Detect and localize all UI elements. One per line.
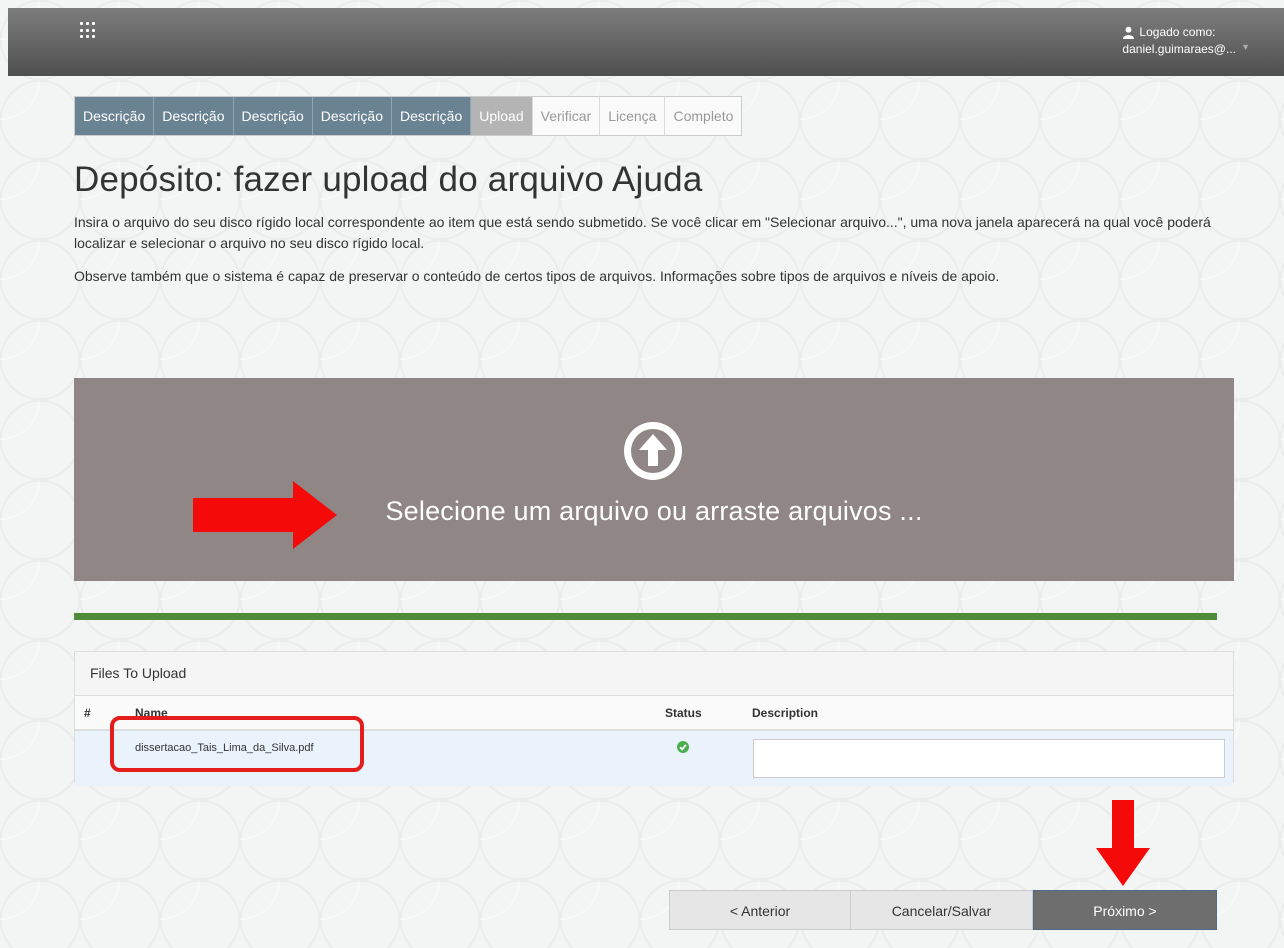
step-descricao-4[interactable]: Descrição [312,97,392,135]
red-arrow-annotation-icon [193,481,337,549]
step-descricao-1[interactable]: Descrição [75,97,155,135]
user-menu[interactable]: Logado como: daniel.guimaraes@... ▼ [1122,24,1250,58]
user-email: daniel.guimaraes@... [1122,42,1236,56]
instructions-text: Insira o arquivo do seu disco rígido loc… [74,214,1211,251]
upload-progress-bar [74,613,1217,620]
top-navbar: Logado como: daniel.guimaraes@... ▼ [8,8,1284,76]
submission-steps: Descrição Descrição Descrição Descrição … [74,96,743,136]
previous-button[interactable]: < Anterior [669,890,851,930]
red-arrow-down-annotation-icon [1096,800,1150,886]
cancel-save-button[interactable]: Cancelar/Salvar [851,890,1033,930]
col-index: # [84,706,91,720]
step-upload[interactable]: Upload [471,97,533,135]
col-description: Description [752,706,819,720]
step-descricao-3[interactable]: Descrição [233,97,313,135]
filename-highlight-annotation [110,716,364,772]
logo-icon[interactable] [80,22,96,40]
chevron-down-icon: ▼ [1241,42,1250,52]
user-icon [1123,26,1135,39]
navigation-buttons: < Anterior Cancelar/Salvar Próximo > [669,890,1217,930]
file-dropzone[interactable]: Selecione um arquivo ou arraste arquivos… [74,378,1234,581]
step-descricao-2[interactable]: Descrição [154,97,234,135]
file-description-input[interactable] [753,739,1225,778]
step-completo: Completo [665,97,742,135]
check-circle-icon [677,741,689,753]
step-verificar: Verificar [532,97,601,135]
panel-heading: Files To Upload [75,652,1233,696]
user-label: Logado como: [1139,25,1216,39]
next-button[interactable]: Próximo > [1033,890,1217,930]
file-types-info: Observe também que o sistema é capaz de … [74,268,1000,284]
step-descricao-5[interactable]: Descrição [392,97,472,135]
col-status: Status [665,706,702,720]
page-title: Depósito: fazer upload do arquivo Ajuda [74,160,703,199]
step-licenca: Licença [600,97,666,135]
upload-circle-icon [624,422,682,480]
